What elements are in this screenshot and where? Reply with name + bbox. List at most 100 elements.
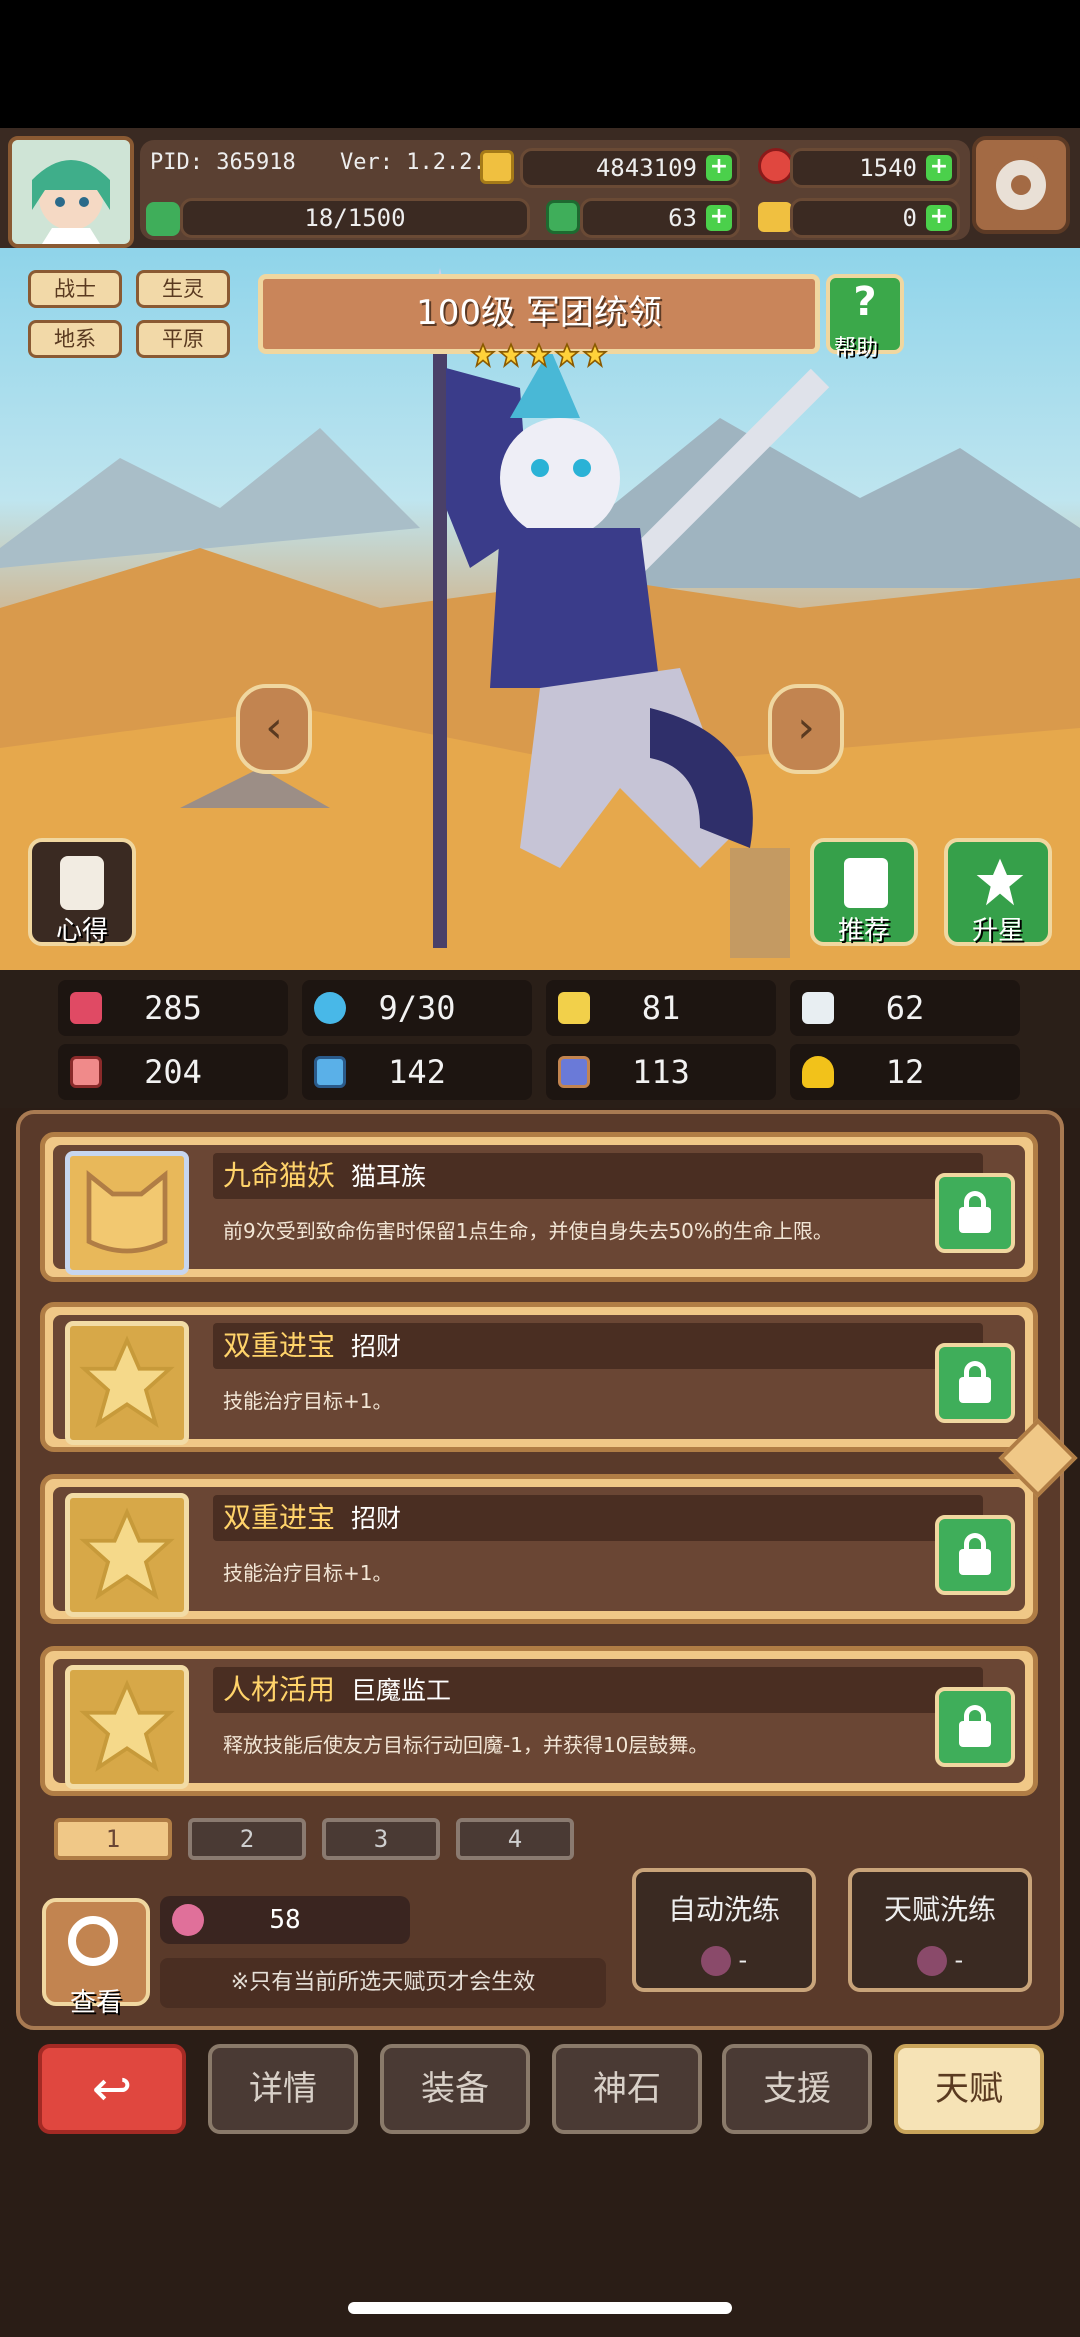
stat-hp: 285 (58, 980, 288, 1036)
potion-icon (172, 1904, 204, 1936)
talent-name: 双重进宝 (223, 1501, 336, 1534)
lock-button[interactable] (935, 1343, 1015, 1423)
chevron-right-icon: › (797, 702, 815, 753)
talent-title: 九命猫妖 猫耳族 (213, 1153, 983, 1199)
auto-refine-button[interactable]: 自动洗练 - (632, 1868, 816, 1992)
talent-refine-cost: - (954, 1946, 964, 1974)
home-indicator[interactable] (348, 2302, 732, 2314)
tag-plain: 平原 (136, 320, 230, 358)
nav-godstone[interactable]: 神石 (552, 2044, 702, 2134)
drop-icon (314, 992, 346, 1024)
talent-page-note: ※只有当前所选天赋页才会生效 (160, 1958, 606, 2008)
back-arrow-icon: ↩ (91, 2061, 133, 2117)
talent-source: 招财 (351, 1504, 402, 1533)
help-label: 帮助 (834, 336, 879, 361)
talent-name: 人材活用 (223, 1673, 336, 1706)
upstar-label: 升星 (971, 916, 1024, 946)
recommend-label: 推荐 (837, 916, 890, 946)
potion-count: 58 (269, 1905, 301, 1935)
stat-speed: 62 (790, 980, 1020, 1036)
nav-talent[interactable]: 天赋 (894, 2044, 1044, 2134)
stat-mana: 9/30 (302, 980, 532, 1036)
thumbs-up-icon (844, 858, 888, 908)
fist-icon (70, 1056, 102, 1088)
stat-value: 9/30 (378, 989, 456, 1027)
stat-magic: 142 (302, 1044, 532, 1100)
prev-hero-button[interactable]: ‹ (236, 684, 312, 774)
horseshoe-icon (802, 1056, 834, 1088)
tag-warrior: 战士 (28, 270, 122, 308)
talent-title: 人材活用 巨魔监工 (213, 1667, 983, 1713)
player-avatar[interactable] (8, 136, 134, 248)
talent-slot-1[interactable]: 九命猫妖 猫耳族 前9次受到致命伤害时保留1点生命，并使自身失去50%的生命上限。 (40, 1132, 1038, 1282)
talent-desc: 技能治疗目标+1。 (223, 1561, 393, 1585)
back-button[interactable]: ↩ (38, 2044, 186, 2134)
talent-slot-3[interactable]: 双重进宝 招财 技能治疗目标+1。 (40, 1474, 1038, 1624)
lock-button[interactable] (935, 1687, 1015, 1767)
key-icon (758, 202, 792, 232)
talent-page-tab-4[interactable]: 4 (456, 1818, 574, 1860)
stat-luck: 12 (790, 1044, 1020, 1100)
stat-attack: 204 (58, 1044, 288, 1100)
nav-details[interactable]: 详情 (208, 2044, 358, 2134)
talent-card: 双重进宝 招财 技能治疗目标+1。 (53, 1315, 1025, 1445)
star-icon (498, 342, 524, 368)
gold-plus-icon[interactable]: + (706, 155, 732, 181)
gold-coin-icon (480, 150, 514, 184)
stat-value: 142 (388, 1053, 446, 1091)
gear-icon (990, 154, 1052, 216)
nav-equipment[interactable]: 装备 (380, 2044, 530, 2134)
key-plus-icon[interactable]: + (926, 205, 952, 231)
star-badge-icon (65, 1321, 189, 1445)
talent-page-tab-3[interactable]: 3 (322, 1818, 440, 1860)
lock-button[interactable] (935, 1173, 1015, 1253)
status-bar (0, 0, 1080, 128)
talent-page-tab-1[interactable]: 1 (54, 1818, 172, 1860)
insight-label: 心得 (55, 916, 108, 946)
tag-earth: 地系 (28, 320, 122, 358)
potion-counter: 58 (160, 1896, 410, 1944)
tag-creature: 生灵 (136, 270, 230, 308)
chevron-left-icon: ‹ (265, 702, 283, 753)
clover-plus-icon[interactable]: + (706, 205, 732, 231)
talent-source: 巨魔监工 (351, 1676, 452, 1705)
nav-support[interactable]: 支援 (722, 2044, 872, 2134)
magnifier-icon (68, 1916, 118, 1966)
talent-name: 九命猫妖 (223, 1159, 336, 1192)
next-hero-button[interactable]: › (768, 684, 844, 774)
talent-refine-button[interactable]: 天赋洗练 - (848, 1868, 1032, 1992)
talent-title: 双重进宝 招财 (213, 1495, 983, 1541)
boot-icon (558, 1056, 590, 1088)
settings-button[interactable] (972, 136, 1070, 234)
star-icon (470, 342, 496, 368)
clover-energy-icon (146, 202, 180, 236)
stat-value: 113 (632, 1053, 690, 1091)
player-id: PID: 365918 (150, 150, 296, 175)
talent-refine-label: 天赋洗练 (883, 1893, 996, 1926)
view-label: 查看 (69, 1988, 122, 2018)
talent-slot-2[interactable]: 双重进宝 招财 技能治疗目标+1。 (40, 1302, 1038, 1452)
gem-plus-icon[interactable]: + (926, 155, 952, 181)
talent-slot-4[interactable]: 人材活用 巨魔监工 释放技能后使友方目标行动回魔-1，并获得10层鼓舞。 (40, 1646, 1038, 1796)
talent-desc: 技能治疗目标+1。 (223, 1389, 393, 1413)
wing-icon (802, 992, 834, 1024)
potion-icon (916, 1946, 947, 1976)
star-icon (526, 342, 552, 368)
star-badge-icon (65, 1665, 189, 1789)
talent-card: 九命猫妖 猫耳族 前9次受到致命伤害时保留1点生命，并使自身失去50%的生命上限。 (53, 1145, 1025, 1275)
star-icon (554, 342, 580, 368)
talent-source: 招财 (351, 1332, 402, 1361)
lock-button[interactable] (935, 1515, 1015, 1595)
stat-move: 113 (546, 1044, 776, 1100)
star-outline-icon (976, 858, 1024, 906)
stat-defense: 81 (546, 980, 776, 1036)
stat-value: 12 (885, 1053, 925, 1091)
gem-icon (758, 148, 794, 184)
talent-page-tab-2[interactable]: 2 (188, 1818, 306, 1860)
star-badge-icon (65, 1493, 189, 1617)
question-icon: ? (853, 279, 877, 325)
stat-value: 62 (885, 989, 925, 1027)
auto-refine-cost: - (738, 1946, 748, 1974)
talent-desc: 释放技能后使友方目标行动回魔-1，并获得10层鼓舞。 (223, 1733, 709, 1757)
talent-card: 双重进宝 招财 技能治疗目标+1。 (53, 1487, 1025, 1617)
